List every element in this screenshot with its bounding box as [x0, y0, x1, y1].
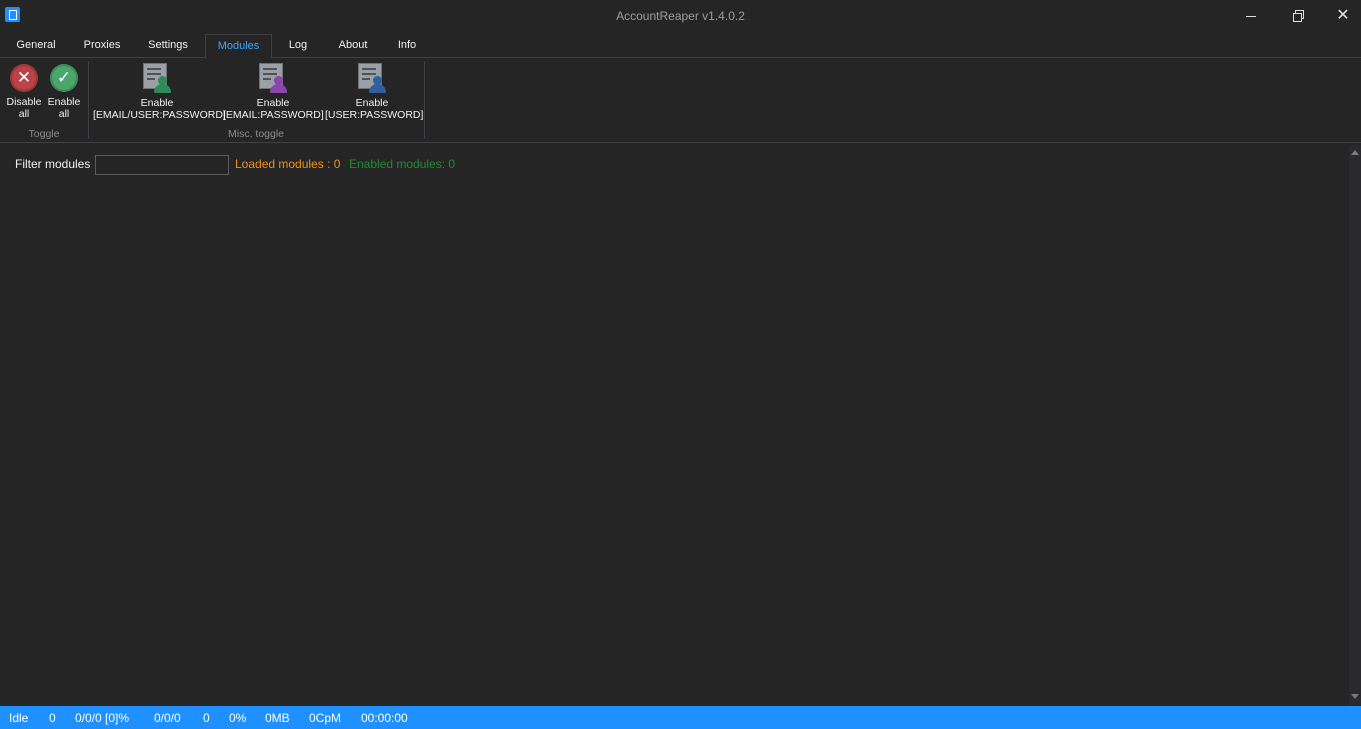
- status-cpm: 0CpM: [309, 711, 342, 725]
- scroll-up-arrow-icon[interactable]: [1351, 150, 1359, 155]
- modules-list-area: [0, 180, 1348, 704]
- disable-all-button[interactable]: ✕ Disable all: [4, 64, 44, 120]
- enable-user-password-button[interactable]: Enable [USER:PASSWORD]: [325, 61, 424, 121]
- status-percent: 0%: [229, 711, 247, 725]
- status-elapsed-time: 00:00:00: [361, 711, 408, 725]
- group-separator: [424, 61, 425, 139]
- status-value: 0: [203, 711, 210, 725]
- tab-modules[interactable]: Modules: [205, 34, 272, 59]
- tab-log[interactable]: Log: [280, 34, 316, 56]
- window-title: AccountReaper v1.4.0.2: [616, 9, 745, 23]
- minimize-icon: [1246, 15, 1256, 17]
- status-value: 0: [49, 711, 56, 725]
- filter-modules-input[interactable]: [95, 155, 229, 175]
- filter-modules-label: Filter modules: [15, 157, 91, 171]
- title-bar[interactable]: AccountReaper v1.4.0.2 ✕: [0, 0, 1361, 32]
- vertical-scrollbar[interactable]: [1349, 145, 1361, 706]
- button-label-line2: [EMAIL/USER:PASSWORD]: [93, 109, 226, 121]
- disable-all-label-line2: all: [18, 108, 30, 120]
- status-bar: Idle 0 0/0/0 [0]% 0/0/0 0 0% 0MB 0CpM 00…: [0, 706, 1361, 729]
- restore-icon: [1292, 9, 1304, 22]
- x-circle-icon: ✕: [10, 64, 38, 92]
- tab-info[interactable]: Info: [390, 34, 424, 56]
- status-memory: 0MB: [265, 711, 290, 725]
- tab-settings[interactable]: Settings: [140, 34, 196, 56]
- status-value: 0/0/0: [154, 711, 181, 725]
- close-icon: ✕: [1336, 7, 1350, 24]
- check-circle-icon: ✓: [50, 64, 78, 92]
- button-label-line2: [EMAIL:PASSWORD]: [223, 109, 324, 121]
- group-separator: [88, 61, 89, 139]
- user-list-icon: [356, 61, 388, 93]
- button-label-line2: [USER:PASSWORD]: [325, 109, 424, 121]
- tab-proxies[interactable]: Proxies: [76, 34, 128, 56]
- button-label-line1: Enable: [355, 97, 389, 109]
- status-state: Idle: [9, 711, 29, 725]
- status-value: 0/0/0 [0]%: [75, 711, 130, 725]
- app-window: AccountReaper v1.4.0.2 ✕ General Proxies…: [0, 0, 1361, 729]
- disable-all-label-line1: Disable: [6, 96, 42, 108]
- loaded-modules-count: Loaded modules : 0: [235, 157, 341, 171]
- enable-email-user-password-button[interactable]: Enable [EMAIL/USER:PASSWORD]: [93, 61, 226, 121]
- tab-bar: General Proxies Settings Modules Log Abo…: [0, 34, 1361, 59]
- user-list-icon: [257, 61, 289, 93]
- enable-all-label-line2: all: [58, 108, 70, 120]
- enable-email-password-button[interactable]: Enable [EMAIL:PASSWORD]: [223, 61, 324, 121]
- enable-all-label-line1: Enable: [47, 96, 81, 108]
- button-label-line1: Enable: [140, 97, 174, 109]
- button-label-line1: Enable: [256, 97, 290, 109]
- ribbon-toolbar: ✕ Disable all ✓ Enable all Toggle Enable…: [0, 58, 1361, 143]
- misc-toggle-group-label: Misc. toggle: [227, 128, 285, 140]
- close-button[interactable]: ✕: [1320, 0, 1361, 32]
- enable-all-button[interactable]: ✓ Enable all: [44, 64, 84, 120]
- toggle-group-label: Toggle: [28, 128, 60, 140]
- minimize-button[interactable]: [1228, 0, 1274, 32]
- enabled-modules-count: Enabled modules: 0: [349, 157, 456, 171]
- scroll-down-arrow-icon[interactable]: [1351, 694, 1359, 699]
- tab-about[interactable]: About: [330, 34, 376, 56]
- user-list-icon: [141, 61, 173, 93]
- tab-general[interactable]: General: [8, 34, 64, 56]
- maximize-button[interactable]: [1274, 0, 1320, 32]
